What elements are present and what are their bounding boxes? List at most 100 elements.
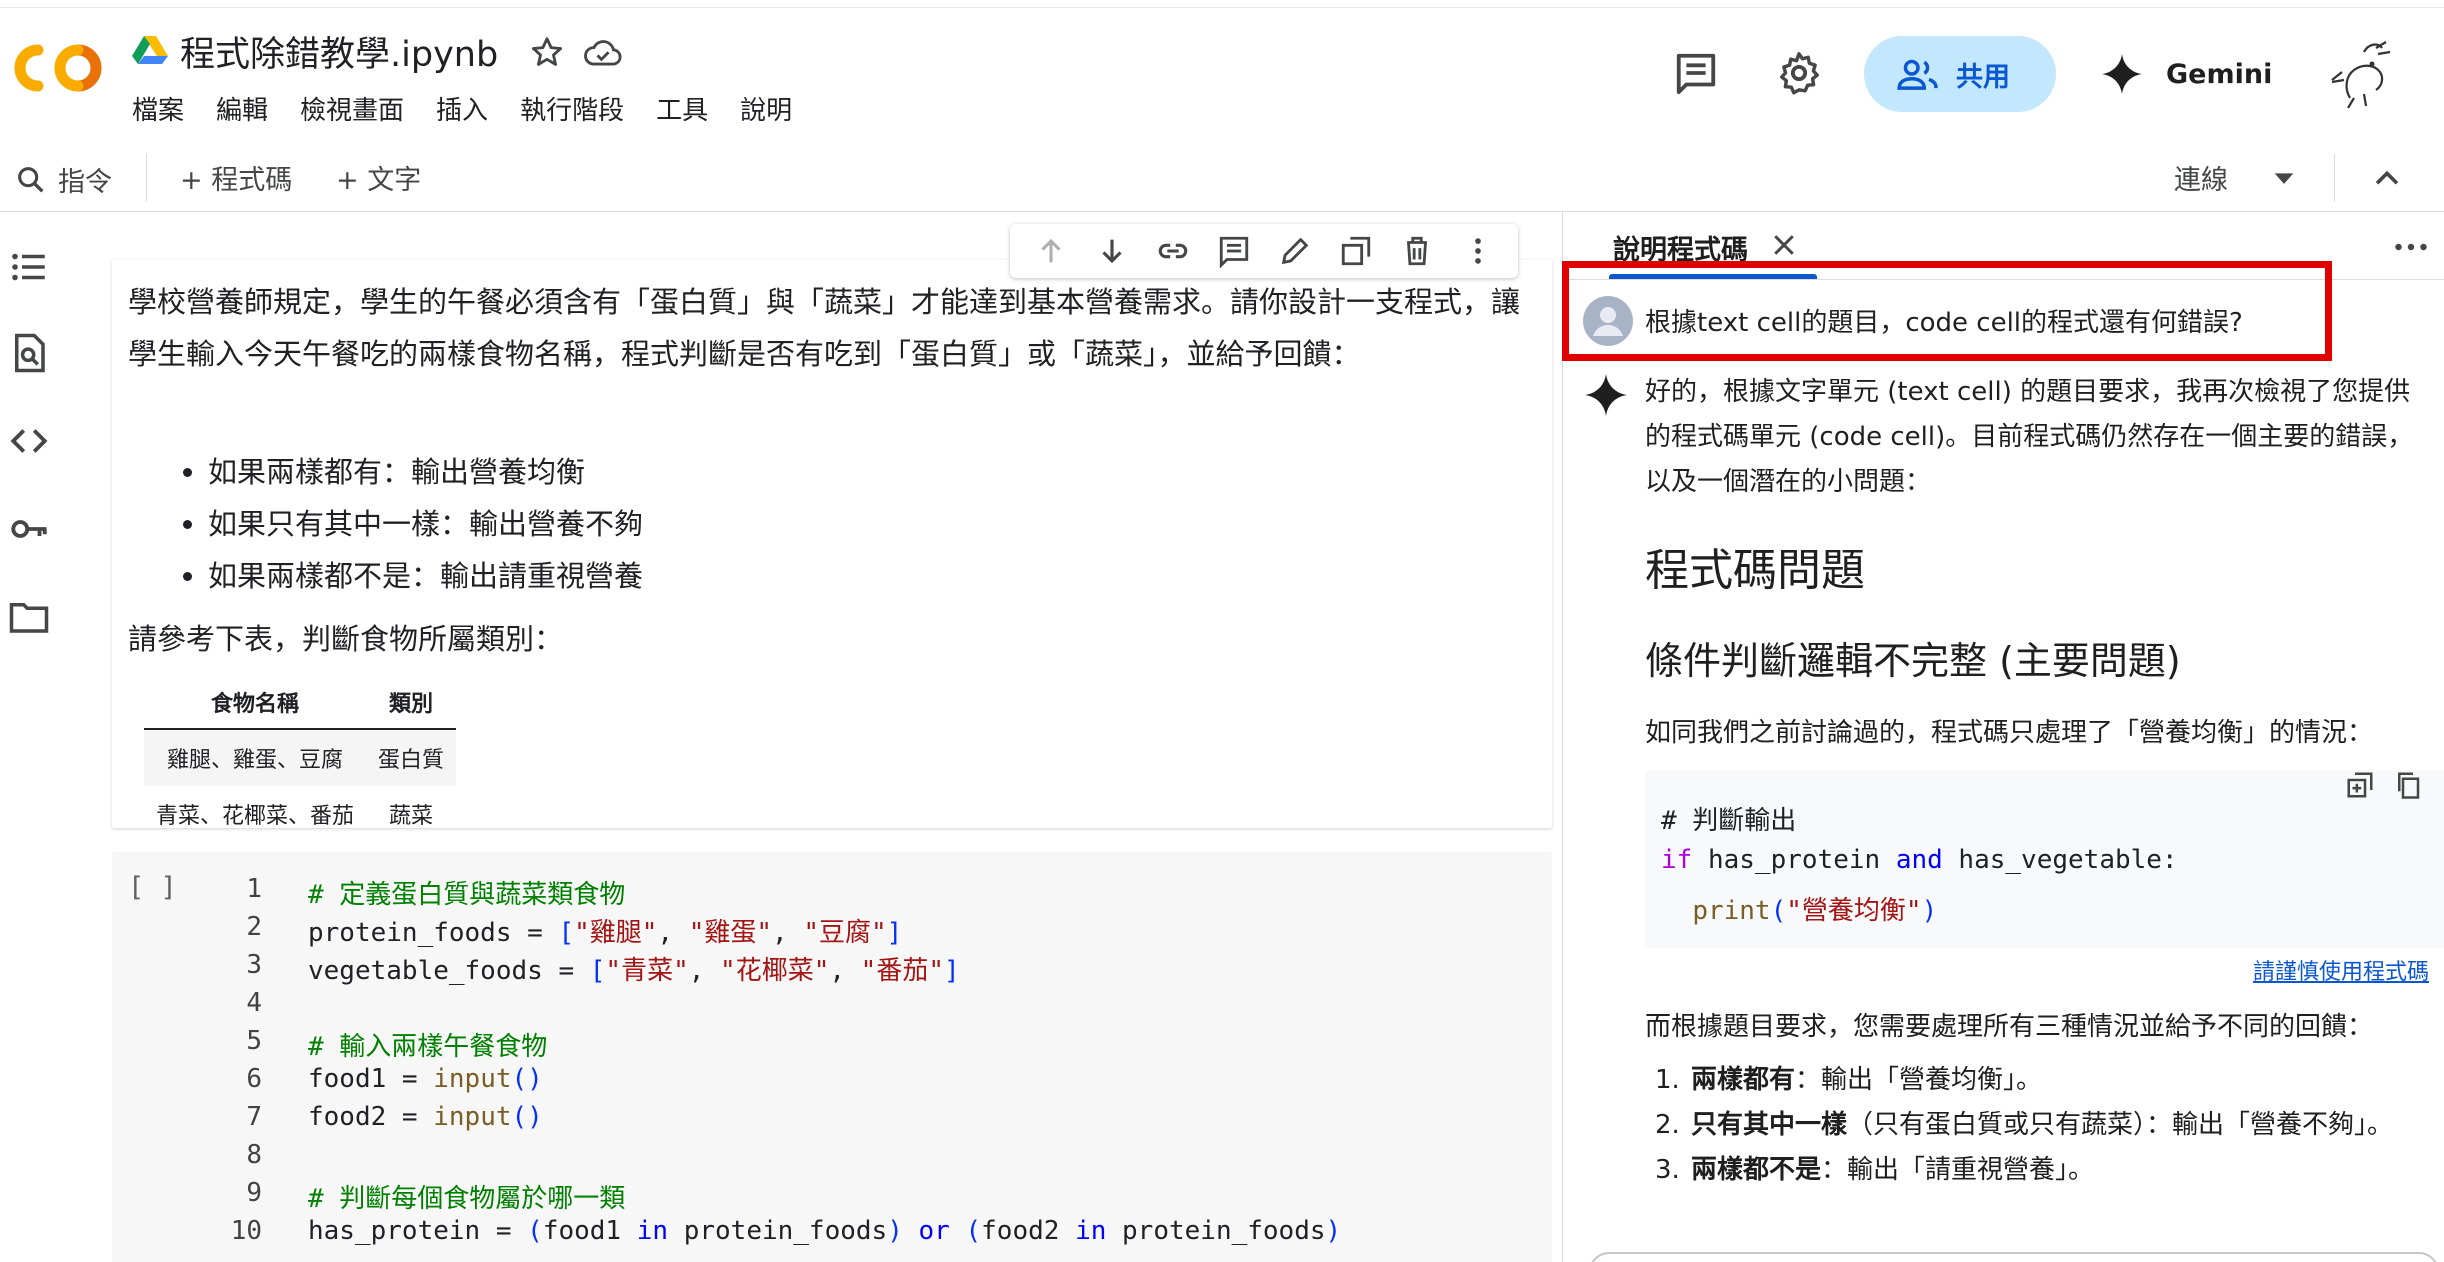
delete-trash-icon[interactable] (1400, 234, 1434, 268)
notebook-title[interactable]: 程式除錯教學.ipynb (180, 26, 498, 77)
menu-file[interactable]: 檔案 (132, 90, 184, 127)
text-cell-reference: 請參考下表，判斷食物所屬類別： (128, 622, 564, 656)
share-button[interactable]: 共用 (1864, 36, 2056, 112)
table-cell: 青菜、花椰菜、番茄 (156, 804, 355, 829)
response-subheading: 條件判斷邏輯不完整 (主要問題) (1645, 639, 2181, 683)
account-avatar[interactable] (2320, 32, 2400, 112)
list-item: 3. 兩樣都不是：輸出「請重視營養」。 (1655, 1155, 2095, 1185)
menu-edit[interactable]: 編輯 (216, 90, 268, 127)
chat-input-box[interactable] (1589, 1252, 2439, 1262)
line-number: 7 (246, 1102, 262, 1132)
edit-pencil-icon[interactable] (1278, 234, 1312, 268)
add-comment-icon[interactable] (1217, 234, 1251, 268)
settings-gear-icon[interactable] (1776, 50, 1822, 96)
left-sidebar (0, 212, 60, 1262)
code-line: vegetable_foods = ["青菜", "花椰菜", "番茄"] (308, 956, 960, 986)
code-snippets-icon[interactable] (8, 420, 50, 462)
table-of-contents-icon[interactable] (8, 246, 50, 288)
line-number: 8 (246, 1140, 262, 1170)
add-text-cell-button[interactable]: + 文字 (336, 158, 421, 197)
cloud-saved-icon[interactable] (582, 34, 624, 72)
mirror-cell-icon[interactable] (1339, 234, 1373, 268)
snippet-line: print("營養均衡") (1692, 896, 1938, 926)
gemini-label: Gemini (2166, 58, 2273, 90)
line-number: 5 (246, 1026, 262, 1056)
text-cell-paragraph: 學校營養師規定，學生的午餐必須含有「蛋白質」與「蔬菜」才能達到基本營養需求。請你… (128, 285, 1521, 371)
toolbar-divider (2334, 154, 2335, 202)
code-cell[interactable]: [ ] 1 # 定義蛋白質與蔬菜類食物 2 protein_foods = ["雞腿… (112, 852, 1552, 1262)
list-item: 如果兩樣都不是：輸出請重視營養 (208, 550, 643, 602)
code-line: # 定義蛋白質與蔬菜類食物 (308, 880, 626, 910)
search-icon (18, 166, 44, 193)
line-number: 1 (246, 874, 262, 904)
more-vert-icon[interactable] (1461, 234, 1495, 268)
line-number: 6 (246, 1064, 262, 1094)
menu-view[interactable]: 檢視畫面 (300, 90, 404, 127)
cell-toolbar (1010, 224, 1518, 278)
toolbar-divider (146, 154, 147, 202)
gemini-spark-icon (1584, 373, 1628, 417)
comment-icon[interactable] (1672, 50, 1720, 96)
table-header: 食物名稱 (144, 676, 367, 730)
list-item: 1. 兩樣都有：輸出「營養均衡」。 (1655, 1065, 2043, 1095)
insert-code-icon[interactable] (2345, 770, 2375, 800)
star-icon[interactable] (528, 34, 566, 72)
list-item: 如果兩樣都有：輸出營養均衡 (208, 446, 643, 498)
code-line: # 輸入兩樣午餐食物 (308, 1032, 548, 1062)
menu-insert[interactable]: 插入 (436, 90, 488, 127)
response-list: 1. 兩樣都有：輸出「營養均衡」。 2. 只有其中一樣（只有蛋白質或只有蔬菜）：輸出… (1645, 1058, 2425, 1193)
share-people-icon (1897, 59, 1938, 90)
response-paragraph: 而根據題目要求，您需要處理所有三種情況並給予不同的回饋： (1645, 1012, 2374, 1042)
response-paragraph: 如同我們之前討論過的，程式碼只處理了「營養均衡」的情況： (1645, 718, 2374, 748)
line-number: 3 (246, 950, 262, 980)
top-hairline (0, 0, 2444, 8)
code-line: has_protein = (food1 in protein_foods) o… (308, 1216, 1342, 1246)
collapse-up-icon[interactable] (2370, 162, 2404, 196)
code-line: food2 = input() (308, 1102, 543, 1132)
link-icon[interactable] (1156, 234, 1190, 268)
table-cell: 蔬菜 (389, 804, 434, 829)
highlight-annotation (1562, 261, 2332, 361)
header: 程式除錯教學.ipynb 檔案 編輯 檢視畫面 插入 執行階段 工具 說明 共用 (0, 0, 2444, 158)
text-cell[interactable]: 學校營養師規定，學生的午餐必須含有「蛋白質」與「蔬菜」才能達到基本營養需求。請你… (112, 260, 1552, 829)
snippet-line: # 判斷輸出 (1661, 806, 1797, 836)
use-code-caution-link[interactable]: 請謹慎使用程式碼 (2253, 954, 2429, 986)
menu-help[interactable]: 說明 (740, 90, 792, 127)
line-number: 9 (246, 1178, 262, 1208)
table-row: 青菜、花椰菜、番茄 蔬菜 (144, 786, 456, 842)
list-item: 2. 只有其中一樣（只有蛋白質或只有蔬菜）：輸出「營養不夠」。 (1655, 1110, 2394, 1140)
menu-runtime[interactable]: 執行階段 (520, 90, 624, 127)
connect-runtime-button[interactable]: 連線 (2174, 158, 2228, 197)
copy-icon[interactable] (2393, 770, 2423, 800)
secrets-key-icon[interactable] (8, 508, 50, 550)
colab-logo[interactable] (14, 38, 102, 98)
code-line: # 判斷每個食物屬於哪一類 (308, 1184, 626, 1214)
close-icon[interactable] (1769, 230, 1799, 260)
commands-label: 指令 (58, 167, 112, 198)
code-line: food1 = input() (308, 1064, 543, 1094)
notebook-toolbar: 指令 + 程式碼 + 文字 連線 (0, 148, 2444, 212)
table-header: 類別 (366, 676, 457, 730)
folder-icon[interactable] (8, 596, 50, 638)
list-item: 如果只有其中一樣：輸出營養不夠 (208, 498, 643, 550)
move-up-icon[interactable] (1034, 234, 1068, 268)
caret-down-icon[interactable] (2270, 166, 2298, 190)
add-code-cell-button[interactable]: + 程式碼 (180, 158, 292, 197)
gemini-side-panel: 說明程式碼 根據text cell的題目，code cell的程式還有何錯誤? … (1563, 212, 2444, 1262)
drive-icon[interactable] (132, 34, 168, 66)
move-down-icon[interactable] (1095, 234, 1129, 268)
code-line: protein_foods = ["雞腿", "雞蛋", "豆腐"] (308, 918, 903, 948)
snippet-line: if has_protein and has_vegetable: (1661, 845, 2178, 875)
command-palette-button[interactable]: 指令 (14, 160, 112, 199)
requirement-list: 如果兩樣都有：輸出營養均衡 如果只有其中一樣：輸出營養不夠 如果兩樣都不是：輸出… (180, 446, 643, 602)
find-replace-icon[interactable] (8, 332, 50, 374)
gemini-button[interactable]: Gemini (2100, 44, 2272, 104)
more-horiz-icon[interactable] (2391, 232, 2431, 262)
ai-response-intro: 好的，根據文字單元 (text cell) 的題目要求，我再次檢視了您提供的程式… (1645, 377, 2414, 497)
line-number: 10 (230, 1216, 262, 1246)
table-cell: 雞腿、雞蛋、豆腐 (144, 729, 367, 786)
gemini-spark-icon (2101, 53, 2143, 95)
menu-tools[interactable]: 工具 (656, 90, 708, 127)
response-heading: 程式碼問題 (1645, 545, 1865, 596)
food-category-table: 食物名稱 類別 雞腿、雞蛋、豆腐 蛋白質 青菜、花椰菜、番茄 蔬菜 (144, 676, 457, 842)
